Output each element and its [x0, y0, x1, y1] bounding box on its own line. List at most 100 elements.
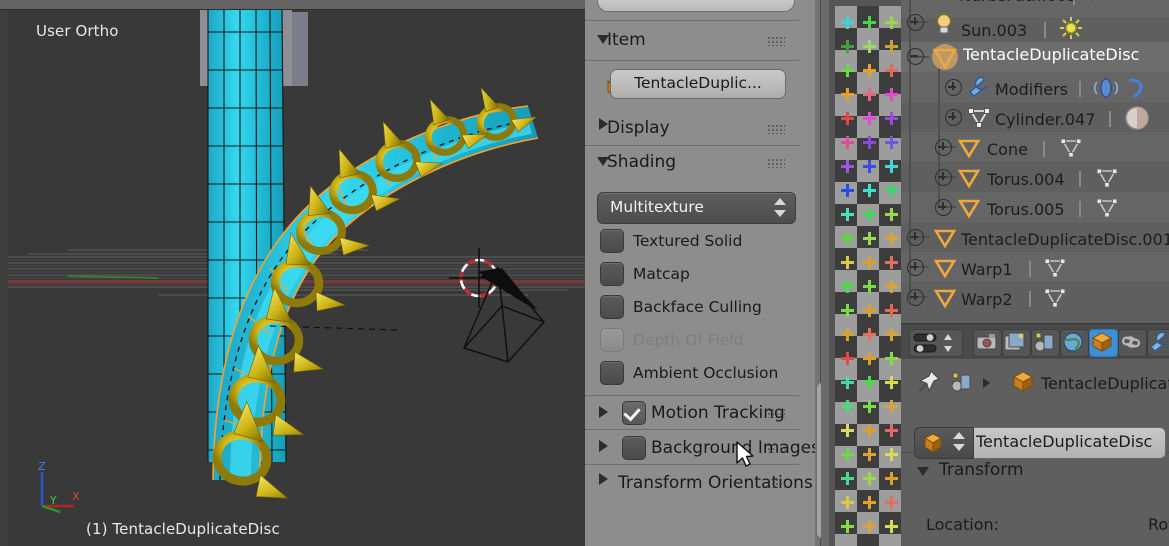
ambient-occlusion-checkbox[interactable] [600, 361, 624, 385]
mouse-cursor [736, 441, 754, 467]
spinner-down-icon[interactable] [953, 444, 965, 451]
outliner-label-warp1[interactable]: Warp1 [961, 260, 1013, 279]
viewport-scene [8, 10, 585, 499]
marker-icon [885, 184, 898, 197]
display-section-grip[interactable] [767, 124, 785, 134]
tab-object[interactable] [1089, 329, 1118, 357]
background-images-grip[interactable] [767, 443, 785, 453]
spinner-up-icon[interactable] [774, 198, 786, 205]
transform-panel-toggle[interactable] [917, 467, 929, 476]
outliner-label-cylinder[interactable]: Cylinder.047 [995, 110, 1095, 129]
marker-icon [841, 448, 854, 461]
marker-icon [863, 136, 876, 149]
marker-icon [885, 328, 898, 341]
item-name-field[interactable]: TentacleDuplic... [610, 69, 786, 99]
motion-tracking-toggle[interactable] [599, 406, 608, 418]
outliner-label-modifiers[interactable]: Modifiers [995, 80, 1068, 99]
matcap-checkbox[interactable] [600, 262, 624, 286]
expander-icon[interactable] [945, 79, 962, 96]
marker-icon [863, 112, 876, 125]
outliner-editor[interactable]: NurbsPath.001 Sun.003 [901, 0, 1169, 315]
marker-icon [885, 40, 898, 53]
marker-icon [841, 136, 854, 149]
expander-icon[interactable] [945, 109, 962, 126]
item-section-grip[interactable] [767, 36, 785, 46]
motion-tracking-checkbox[interactable] [622, 401, 646, 425]
depth-of-field-label: Depth Of Field [633, 331, 744, 349]
expander-icon[interactable] [935, 139, 952, 156]
mesh-object-icon [933, 229, 957, 249]
tab-render[interactable] [973, 329, 1002, 357]
expander-icon[interactable] [907, 14, 924, 31]
marker-icon [885, 280, 898, 293]
marker-icon [885, 400, 898, 413]
editor-type-selector[interactable] [909, 329, 963, 357]
separator [1043, 141, 1045, 157]
panel-top-field[interactable] [597, 0, 795, 12]
location-label: Location: [926, 515, 1000, 534]
datablock-type-selector[interactable] [914, 427, 974, 459]
mesh-object-icon [933, 259, 957, 279]
textured-solid-checkbox[interactable] [600, 229, 624, 253]
scene-icon[interactable] [949, 369, 975, 395]
outliner-label-torus-005[interactable]: Torus.005 [987, 200, 1065, 219]
expander-icon[interactable] [935, 169, 952, 186]
background-images-toggle[interactable] [599, 440, 608, 452]
view-label: User Ortho [36, 22, 119, 40]
checker-region[interactable] [829, 0, 901, 546]
expander-icon[interactable] [935, 199, 952, 216]
outliner-label-warp2[interactable]: Warp2 [961, 290, 1013, 309]
marker-icon [863, 208, 876, 221]
breadcrumb-object-name: TentacleDuplicat [1041, 374, 1169, 393]
spinner-up-icon[interactable] [953, 432, 965, 439]
shading-method-dropdown[interactable]: Multitexture [597, 192, 796, 224]
axis-gizmo: Z Y X [38, 460, 80, 514]
mesh-data-icon [968, 108, 990, 128]
material-icon [1125, 106, 1149, 130]
expander-icon[interactable] [907, 229, 924, 246]
transform-orientations-toggle[interactable] [599, 473, 608, 485]
marker-icon [885, 448, 898, 461]
3d-viewport[interactable]: User Ortho (1) TentacleDuplicateDisc Z Y… [0, 0, 585, 546]
tab-render-layers[interactable] [1002, 329, 1031, 357]
expander-icon[interactable] [907, 289, 924, 306]
viewport-canvas[interactable]: User Ortho (1) TentacleDuplicateDisc Z Y… [8, 10, 585, 546]
curve-data-icon [1095, 0, 1097, 1]
outliner-label-tentacleduplicatedisc[interactable]: TentacleDuplicateDisc [963, 45, 1139, 64]
breadcrumb-chevron-icon[interactable] [983, 378, 990, 388]
pin-icon[interactable] [915, 369, 941, 395]
marker-icon [841, 256, 854, 269]
shading-section-grip[interactable] [767, 158, 785, 168]
marker-icon [863, 328, 876, 341]
marker-icon [841, 232, 854, 245]
outliner-label-sun[interactable]: Sun.003 [961, 21, 1027, 40]
depth-of-field-checkbox [600, 328, 624, 352]
marker-icon [863, 472, 876, 485]
spinner-down-icon[interactable] [774, 210, 786, 217]
motion-tracking-grip[interactable] [767, 408, 785, 418]
background-images-checkbox[interactable] [622, 436, 646, 460]
outliner-label-cone[interactable]: Cone [987, 140, 1028, 159]
divider [585, 395, 799, 396]
tab-modifiers[interactable] [1147, 329, 1169, 357]
divider [585, 429, 799, 430]
outliner-label-torus-004[interactable]: Torus.004 [987, 170, 1065, 189]
marker-icon [841, 424, 854, 437]
tab-scene[interactable] [1031, 329, 1060, 357]
marker-icon [841, 496, 854, 509]
marker-icon [863, 256, 876, 269]
tab-world[interactable] [1060, 329, 1089, 357]
expander-icon[interactable] [907, 259, 924, 276]
marker-icon [841, 184, 854, 197]
transform-orientations-grip[interactable] [767, 478, 785, 488]
tab-constraints[interactable] [1118, 329, 1147, 357]
collapse-icon[interactable] [907, 48, 924, 65]
mesh-data-icon [1044, 258, 1066, 278]
marker-icon [885, 352, 898, 365]
backface-culling-checkbox[interactable] [600, 295, 624, 319]
outliner-label-nurbspath[interactable]: NurbsPath.001 [959, 0, 1077, 5]
outliner-label-tentacleduplicatedisc-001[interactable]: TentacleDuplicateDisc.001 [961, 230, 1169, 249]
active-object-info: (1) TentacleDuplicateDisc [86, 520, 280, 538]
marker-icon [885, 16, 898, 29]
properties-breadcrumb-bar: TentacleDuplicat [901, 359, 1169, 406]
